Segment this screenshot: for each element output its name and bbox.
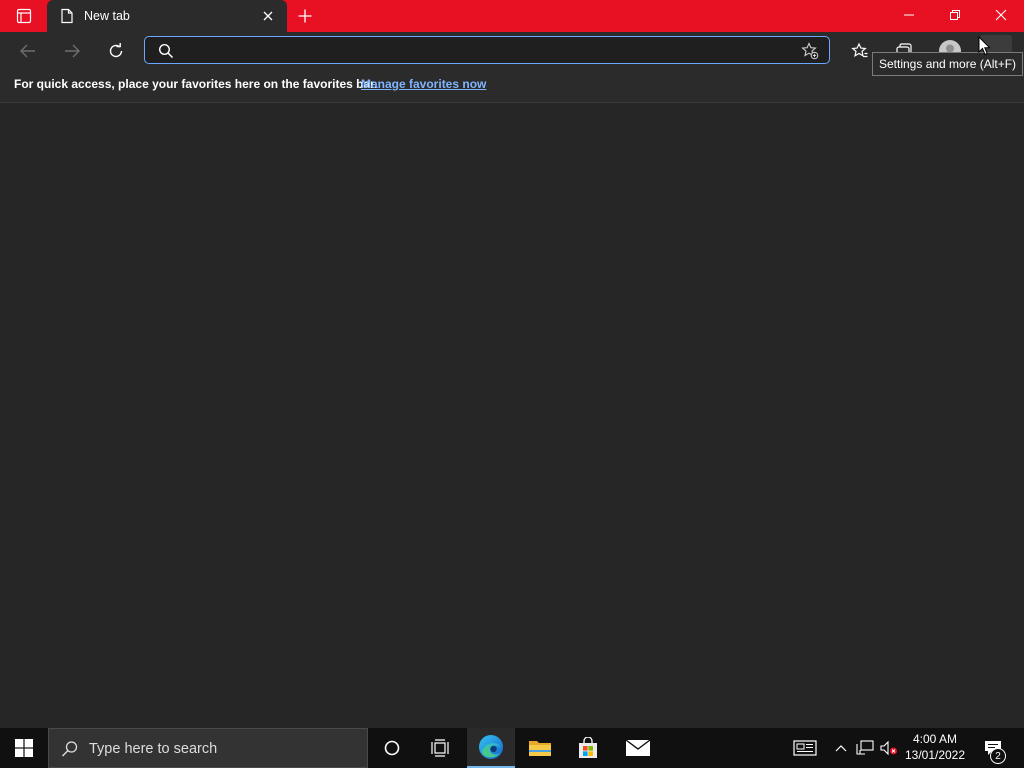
manage-favorites-link[interactable]: Manage favorites now — [361, 77, 486, 91]
windows-logo-icon — [15, 739, 33, 757]
refresh-button[interactable] — [100, 35, 132, 67]
favorites-bar-message: For quick access, place your favorites h… — [14, 77, 378, 91]
toolbar — [0, 32, 1024, 70]
page-content[interactable] — [0, 103, 1024, 728]
forward-button[interactable] — [56, 35, 88, 67]
tab-new-tab[interactable]: New tab — [47, 0, 287, 32]
taskbar-search-box[interactable]: Type here to search — [48, 728, 368, 768]
start-button[interactable] — [0, 728, 48, 768]
taskbar-edge-button[interactable] — [467, 728, 515, 768]
mouse-cursor-icon — [978, 36, 991, 56]
new-tab-button[interactable] — [292, 4, 318, 28]
volume-muted-icon — [880, 740, 897, 756]
clock-time: 4:00 AM — [912, 732, 958, 746]
minimize-icon — [904, 14, 914, 16]
page-icon — [61, 8, 73, 24]
title-bar: New tab — [0, 0, 1024, 32]
task-view-button[interactable] — [416, 728, 464, 768]
volume-button[interactable] — [878, 728, 900, 768]
close-icon — [263, 11, 273, 21]
refresh-icon — [109, 43, 123, 58]
search-icon — [158, 43, 174, 59]
search-icon — [62, 741, 78, 757]
restore-icon — [950, 10, 960, 20]
close-window-button[interactable] — [978, 0, 1024, 30]
taskbar-mail-button[interactable] — [614, 728, 662, 768]
task-view-icon — [431, 739, 449, 757]
address-input[interactable] — [179, 40, 793, 62]
news-icon — [793, 740, 817, 756]
taskbar-store-button[interactable] — [564, 728, 612, 768]
chevron-up-icon — [835, 745, 847, 752]
favorites-icon — [851, 42, 868, 58]
clock-date: 13/01/2022 — [904, 748, 966, 762]
taskbar: Type here to search 4:00 AM 13/01/2022 2 — [0, 728, 1024, 768]
notification-count-badge: 2 — [990, 748, 1006, 764]
tab-close-button[interactable] — [260, 8, 276, 24]
restore-button[interactable] — [932, 0, 978, 30]
add-favorite-icon[interactable] — [801, 42, 819, 60]
taskbar-clock[interactable]: 4:00 AM 13/01/2022 — [902, 731, 968, 763]
store-icon — [579, 737, 597, 758]
arrow-right-icon — [65, 44, 80, 58]
favorites-bar: For quick access, place your favorites h… — [0, 70, 1024, 103]
mail-icon — [625, 739, 651, 756]
show-hidden-icons-button[interactable] — [832, 728, 850, 768]
back-button[interactable] — [12, 35, 44, 67]
tab-actions-icon — [16, 8, 32, 24]
news-and-interests-button[interactable] — [790, 728, 820, 768]
network-button[interactable] — [855, 728, 875, 768]
taskbar-search-placeholder: Type here to search — [89, 741, 218, 757]
minimize-button[interactable] — [886, 0, 932, 30]
plus-icon — [298, 9, 312, 23]
folder-icon — [529, 741, 551, 756]
cortana-button[interactable] — [368, 728, 416, 768]
taskbar-file-explorer-button[interactable] — [516, 728, 564, 768]
edge-icon — [479, 735, 503, 759]
network-icon — [856, 740, 874, 755]
tab-actions-button[interactable] — [6, 4, 42, 28]
tab-title: New tab — [84, 9, 130, 23]
arrow-left-icon — [20, 44, 35, 58]
settings-tooltip: Settings and more (Alt+F) — [872, 52, 1024, 76]
close-icon — [995, 9, 1007, 21]
cortana-icon — [384, 740, 400, 756]
address-bar[interactable] — [144, 36, 830, 64]
